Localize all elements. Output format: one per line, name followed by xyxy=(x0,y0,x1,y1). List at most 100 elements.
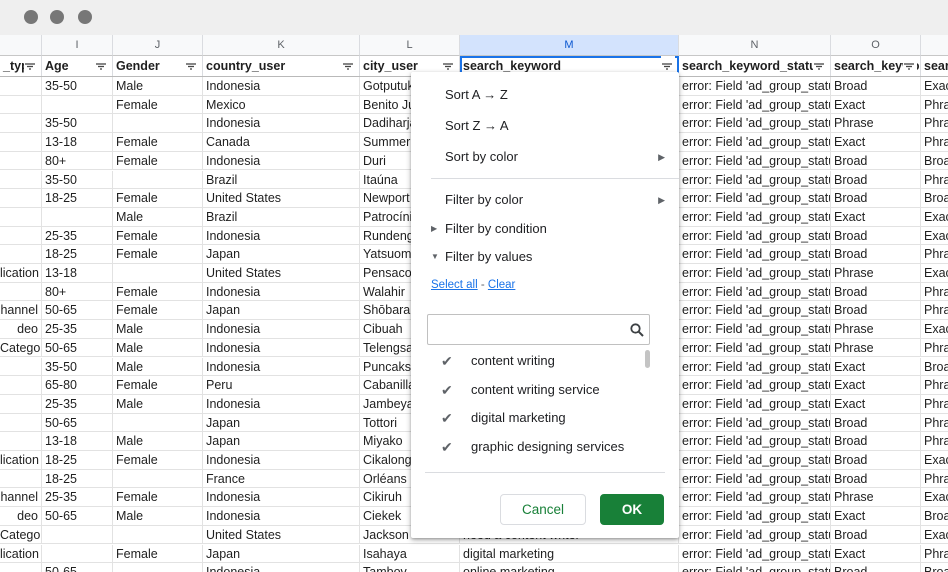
table-cell[interactable]: Indonesia xyxy=(203,451,360,469)
table-cell[interactable]: error: Field 'ad_group_status xyxy=(679,114,831,133)
table-cell[interactable]: Brazil xyxy=(203,207,360,226)
table-cell[interactable]: Phrase xyxy=(831,114,921,133)
table-cell[interactable] xyxy=(0,394,42,413)
value-option[interactable]: ✔ digital marketing xyxy=(425,404,655,432)
table-cell[interactable]: Exact xyxy=(921,227,948,245)
table-cell[interactable]: Exact xyxy=(831,507,921,526)
table-cell[interactable]: Brazil xyxy=(203,170,360,189)
table-cell[interactable]: error: Field 'ad_group_status xyxy=(679,394,831,413)
table-cell[interactable]: error: Field 'ad_group_status xyxy=(679,320,831,339)
table-cell[interactable]: Phrase xyxy=(831,264,921,282)
table-cell[interactable]: 18-25 xyxy=(42,189,113,208)
table-cell[interactable]: Broad xyxy=(831,469,921,488)
table-cell[interactable]: Category xyxy=(0,338,42,357)
table-cell[interactable] xyxy=(0,563,42,572)
table-cell[interactable]: error: Field 'ad_group_status xyxy=(679,488,831,507)
table-cell[interactable]: error: Field 'ad_group_status xyxy=(679,245,831,264)
table-cell[interactable]: Exact xyxy=(921,526,948,544)
table-cell[interactable]: error: Field 'ad_group_status xyxy=(679,301,831,320)
table-cell[interactable]: error: Field 'ad_group_status xyxy=(679,95,831,114)
sort-z-a-item[interactable]: Sort Z → A xyxy=(411,112,679,140)
table-cell[interactable]: error: Field 'ad_group_status xyxy=(679,207,831,226)
table-cell[interactable]: 80+ xyxy=(42,151,113,170)
column-letter-header[interactable]: M xyxy=(460,35,679,56)
table-cell[interactable]: France xyxy=(203,469,360,488)
table-cell[interactable] xyxy=(0,189,42,208)
table-cell[interactable]: Indonesia xyxy=(203,282,360,301)
table-cell[interactable]: Broad xyxy=(831,525,921,544)
table-cell[interactable] xyxy=(113,563,203,572)
table-cell[interactable]: 35-50 xyxy=(42,170,113,189)
table-cell[interactable]: Phrase xyxy=(921,283,948,301)
table-cell[interactable]: Female xyxy=(113,95,203,114)
table-cell[interactable]: lication xyxy=(0,264,42,282)
table-cell[interactable]: lication xyxy=(0,544,42,563)
table-cell[interactable]: Exact xyxy=(831,544,921,563)
table-cell[interactable]: error: Field 'ad_group_status xyxy=(679,469,831,488)
table-cell[interactable]: Broad xyxy=(831,226,921,245)
table-cell[interactable]: 18-25 xyxy=(42,245,113,264)
table-cell[interactable]: Phrase xyxy=(921,114,948,132)
header-cell[interactable]: search xyxy=(921,56,948,76)
table-cell[interactable] xyxy=(113,114,203,133)
table-cell[interactable]: Broad xyxy=(831,282,921,301)
table-cell[interactable]: error: Field 'ad_group_status xyxy=(679,77,831,95)
table-cell[interactable]: Female xyxy=(113,544,203,563)
table-cell[interactable] xyxy=(0,133,42,152)
table-cell[interactable]: Broad xyxy=(921,563,948,572)
table-cell[interactable]: Indonesia xyxy=(203,357,360,376)
table-cell[interactable]: Phrase xyxy=(921,470,948,488)
table-cell[interactable]: Male xyxy=(113,320,203,339)
table-cell[interactable]: Broad xyxy=(831,245,921,264)
table-cell[interactable]: Exact xyxy=(831,207,921,226)
table-cell[interactable] xyxy=(113,413,203,432)
minimize-window-dot[interactable] xyxy=(50,10,64,24)
table-cell[interactable]: Female xyxy=(113,245,203,264)
table-cell[interactable]: Phrase xyxy=(921,96,948,114)
table-cell[interactable]: error: Field 'ad_group_status xyxy=(679,282,831,301)
header-cell[interactable]: Gender xyxy=(113,56,203,76)
table-cell[interactable]: error: Field 'ad_group_status xyxy=(679,357,831,376)
table-cell[interactable]: Phrase xyxy=(921,245,948,263)
table-cell[interactable]: 50-65 xyxy=(42,563,113,572)
table-cell[interactable] xyxy=(0,282,42,301)
filter-by-values-item[interactable]: ▼ Filter by values xyxy=(411,243,679,271)
table-cell[interactable] xyxy=(0,357,42,376)
table-cell[interactable]: error: Field 'ad_group_status xyxy=(679,544,831,563)
search-icon[interactable] xyxy=(630,323,644,337)
table-cell[interactable]: Indonesia xyxy=(203,563,360,572)
table-cell[interactable]: Exact xyxy=(831,394,921,413)
table-cell[interactable]: 13-18 xyxy=(42,432,113,451)
table-cell[interactable]: Broad xyxy=(831,432,921,451)
table-cell[interactable]: Japan xyxy=(203,413,360,432)
table-cell[interactable]: lication xyxy=(0,451,42,469)
table-cell[interactable]: 35-50 xyxy=(42,77,113,95)
table-cell[interactable]: Indonesia xyxy=(203,507,360,526)
clear-link[interactable]: Clear xyxy=(488,279,515,291)
table-cell[interactable] xyxy=(42,525,113,544)
table-cell[interactable]: Female xyxy=(113,451,203,469)
table-cell[interactable]: Exact xyxy=(921,451,948,469)
table-cell[interactable] xyxy=(0,77,42,95)
value-option[interactable]: ✔ content writing service xyxy=(425,376,655,404)
table-cell[interactable]: Broad xyxy=(921,189,948,207)
table-cell[interactable]: Exact xyxy=(921,488,948,506)
sort-a-z-item[interactable]: Sort A → Z xyxy=(411,81,679,109)
table-cell[interactable]: 50-65 xyxy=(42,338,113,357)
table-cell[interactable]: Phrase xyxy=(921,376,948,394)
header-cell[interactable]: _type xyxy=(0,56,42,76)
table-cell[interactable]: 50-65 xyxy=(42,413,113,432)
filter-icon[interactable] xyxy=(24,56,38,76)
table-cell[interactable]: 13-18 xyxy=(42,264,113,282)
table-cell[interactable]: error: Field 'ad_group_status xyxy=(679,133,831,152)
table-cell[interactable]: 18-25 xyxy=(42,469,113,488)
table-cell[interactable] xyxy=(0,376,42,395)
table-cell[interactable]: Female xyxy=(113,301,203,320)
table-cell[interactable]: Phrase xyxy=(921,414,948,432)
table-cell[interactable]: error: Field 'ad_group_status xyxy=(679,189,831,208)
table-cell[interactable] xyxy=(42,207,113,226)
table-cell[interactable] xyxy=(113,469,203,488)
table-cell[interactable] xyxy=(113,170,203,189)
table-cell[interactable]: Indonesia xyxy=(203,338,360,357)
table-cell[interactable]: error: Field 'ad_group_status xyxy=(679,264,831,282)
